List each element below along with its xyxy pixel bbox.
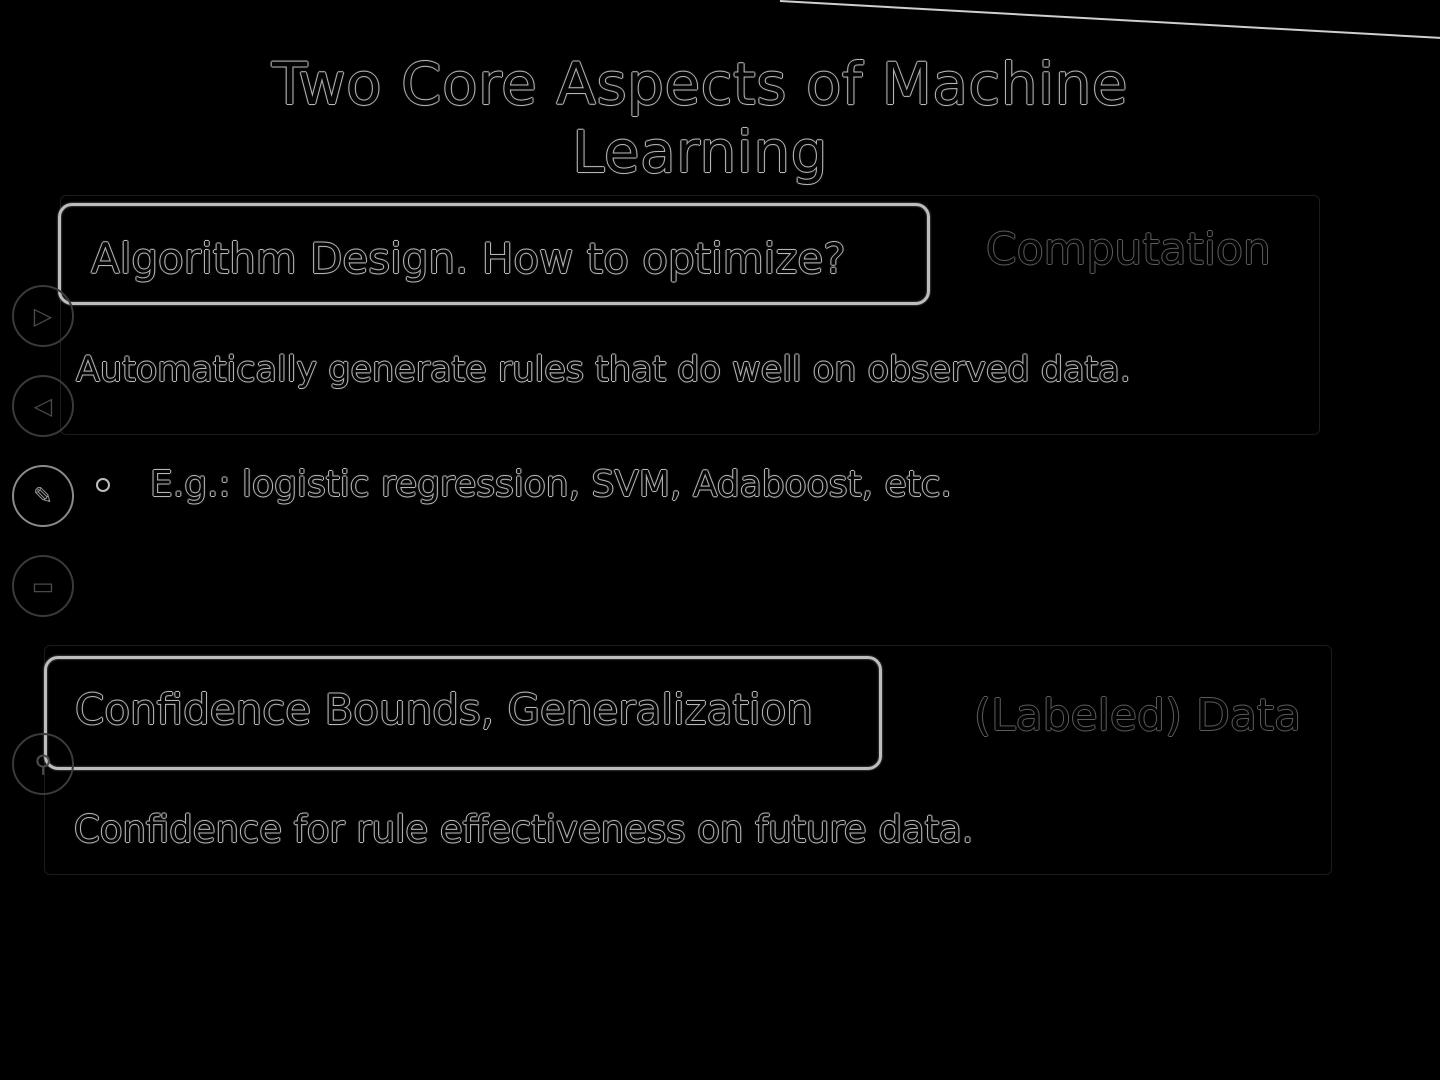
computation-label: Computation bbox=[986, 224, 1271, 275]
play-icon[interactable]: ▷ bbox=[12, 285, 74, 347]
algorithm-heading: Algorithm Design. How to optimize? bbox=[91, 234, 846, 283]
presentation-slide: Two Core Aspects of Machine Learning Alg… bbox=[0, 0, 1440, 1080]
algorithm-heading-box: Algorithm Design. How to optimize? bbox=[58, 203, 930, 305]
pen-icon[interactable]: ✎ bbox=[12, 465, 74, 527]
confidence-heading-box: Confidence Bounds, Generalization bbox=[44, 656, 882, 770]
example-bullet: E.g.: logistic regression, SVM, Adaboost… bbox=[96, 464, 952, 505]
slide-title: Two Core Aspects of Machine Learning bbox=[271, 50, 1129, 186]
example-bullet-text: E.g.: logistic regression, SVM, Adaboost… bbox=[150, 464, 952, 505]
confidence-description: Confidence for rule effectiveness on fut… bbox=[74, 808, 974, 851]
zoom-icon[interactable]: ⚲ bbox=[12, 733, 74, 795]
slide-edge-line bbox=[779, 0, 1440, 40]
algorithm-description: Automatically generate rules that do wel… bbox=[76, 350, 1131, 390]
labeled-data-label: (Labeled) Data bbox=[974, 690, 1302, 741]
screen-icon[interactable]: ▭ bbox=[12, 555, 74, 617]
confidence-heading: Confidence Bounds, Generalization bbox=[75, 685, 813, 734]
previous-icon[interactable]: ◁ bbox=[12, 375, 74, 437]
bullet-dot bbox=[96, 477, 110, 492]
